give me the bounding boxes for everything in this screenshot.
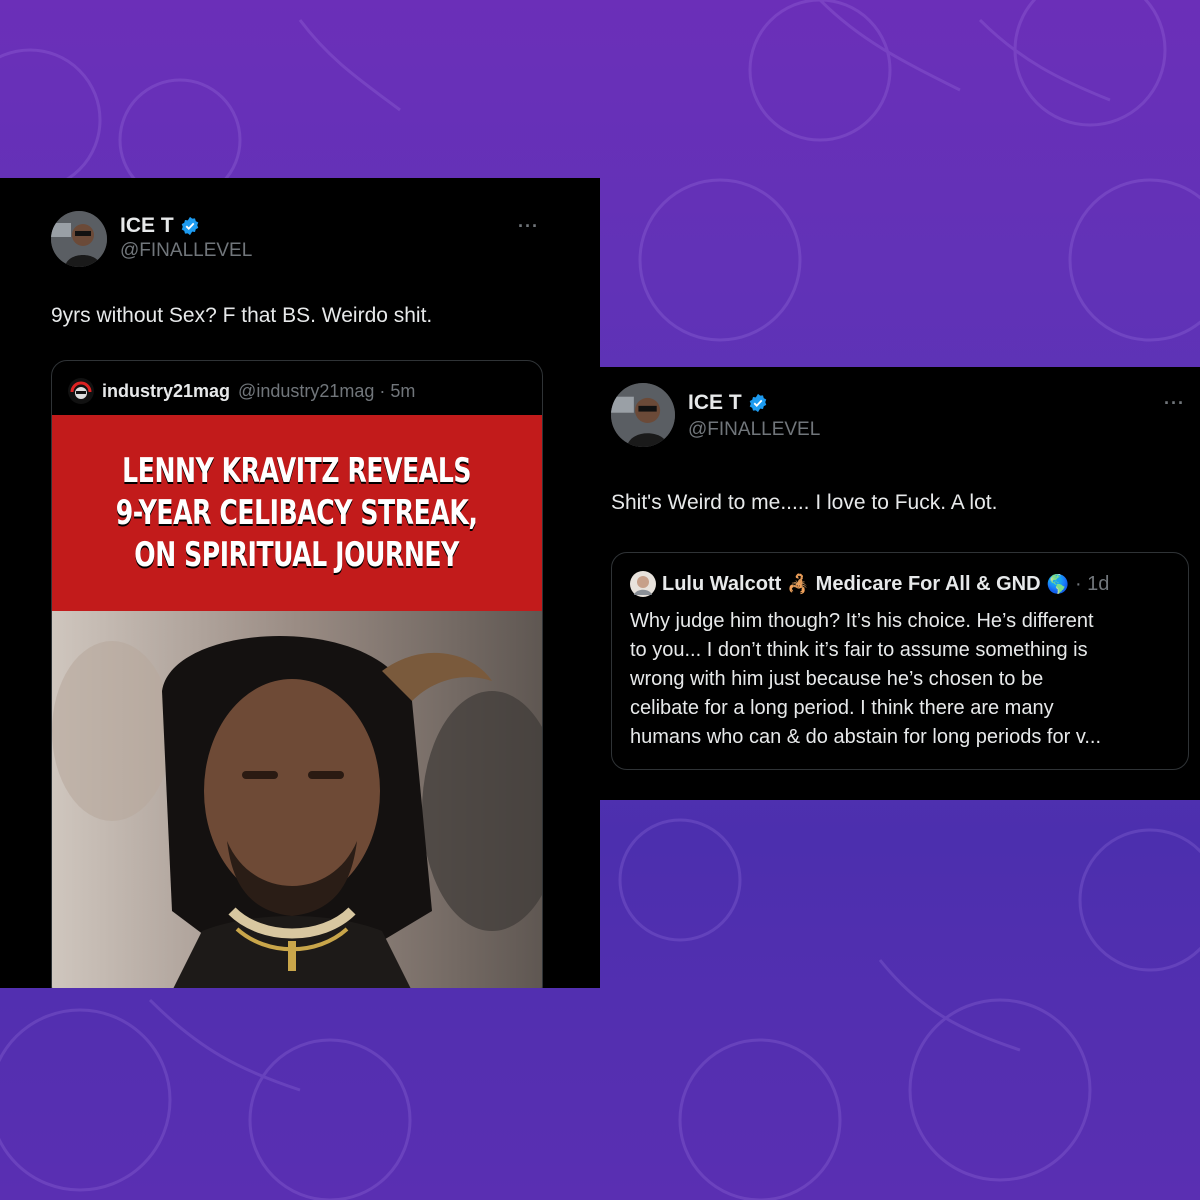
- quoted-body-line-1: Why judge him though? It’s his choice. H…: [630, 610, 1094, 632]
- tweet-text: Shit's Weird to me..... I love to Fuck. …: [611, 491, 998, 514]
- quoted-author-meta: @industry21mag · 5m: [238, 380, 416, 401]
- quoted-author-name[interactable]: Lulu Walcott: [662, 573, 781, 596]
- more-options-icon[interactable]: ···: [1164, 393, 1185, 414]
- verified-badge-icon: [181, 216, 198, 236]
- quoted-body-line-2: to you... I don’t think it’s fair to ass…: [630, 639, 1088, 661]
- industry21mag-avatar-icon: [68, 378, 94, 404]
- quoted-body-line-5: humans who can & do abstain for long per…: [630, 726, 1102, 748]
- display-name[interactable]: ICE T: [120, 214, 174, 238]
- tweet-card-right[interactable]: ICE T @FINALLEVEL ··· Shit's Weird to me…: [600, 367, 1200, 800]
- article-photo[interactable]: [52, 611, 542, 988]
- globe-emoji-icon: 🌎: [1046, 573, 1069, 594]
- lulu-avatar-icon: [630, 571, 656, 597]
- more-options-icon[interactable]: ···: [518, 216, 539, 237]
- handle[interactable]: @FINALLEVEL: [688, 419, 820, 441]
- verified-badge-icon: [749, 393, 766, 413]
- handle[interactable]: @FINALLEVEL: [120, 240, 252, 262]
- quoted-body-line-3: wrong with him just because he’s chosen …: [630, 668, 1044, 690]
- headline-line-1: LENNY KRAVITZ REVEALS: [122, 451, 472, 491]
- quoted-author-name[interactable]: industry21mag: [102, 381, 230, 402]
- display-name[interactable]: ICE T: [688, 391, 742, 415]
- headline-line-3: ON SPIRITUAL JOURNEY: [134, 535, 460, 575]
- quoted-timestamp: · 1d: [1074, 572, 1110, 595]
- quoted-tweet[interactable]: Lulu Walcott 🦂 Medicare For All & GND 🌎 …: [611, 552, 1189, 770]
- headline-line-2: 9-YEAR CELIBACY STREAK,: [116, 493, 478, 533]
- tweet-text: 9yrs without Sex? F that BS. Weirdo shit…: [51, 304, 433, 327]
- headline-banner: LENNY KRAVITZ REVEALS 9-YEAR CELIBACY ST…: [52, 415, 542, 611]
- quoted-body-line-4: celibate for a long period. I think ther…: [630, 697, 1054, 719]
- scorpion-emoji-icon: 🦂: [787, 573, 810, 594]
- tweet-card-left[interactable]: ICE T @FINALLEVEL ··· 9yrs without Sex? …: [0, 178, 600, 988]
- avatar[interactable]: [611, 383, 675, 447]
- avatar[interactable]: [51, 211, 107, 267]
- quoted-author-name-suffix: Medicare For All & GND: [815, 572, 1041, 595]
- quoted-tweet[interactable]: industry21mag @industry21mag · 5m LENNY …: [51, 360, 543, 988]
